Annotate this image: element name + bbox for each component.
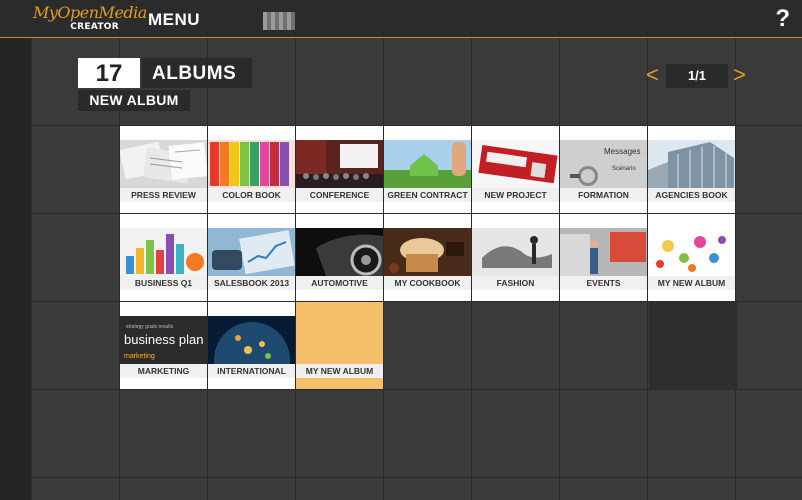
logo-sub-text: CREATOR xyxy=(70,22,119,32)
album-tile[interactable]: INTERNATIONAL xyxy=(208,302,295,389)
svg-text:Messages: Messages xyxy=(604,147,640,156)
album-label: FORMATION xyxy=(560,188,647,202)
album-tile[interactable]: MY COOKBOOK xyxy=(384,214,471,301)
album-tile[interactable]: SALESBOOK 2013 xyxy=(208,214,295,301)
album-label: AUTOMOTIVE xyxy=(296,276,383,290)
svg-text:strategy goals results: strategy goals results xyxy=(126,324,174,330)
album-label: MY NEW ALBUM xyxy=(648,276,735,290)
business-plan-chalkboard-thumbnail: business plan strategy goals results mar… xyxy=(120,316,207,364)
logo-script-text: MyOpenMedia xyxy=(33,3,147,22)
album-label: FASHION xyxy=(472,276,559,290)
album-count: 17 xyxy=(78,58,140,88)
albums-title: ALBUMS xyxy=(142,58,252,88)
blurred-user-name xyxy=(263,12,295,30)
empty-grid-cell xyxy=(649,302,737,390)
album-tile[interactable]: FASHION xyxy=(472,214,559,301)
green-house-hand-thumbnail xyxy=(384,140,471,188)
bar-charts-thumbnail xyxy=(120,228,207,276)
conference-room-thumbnail xyxy=(296,140,383,188)
new-album-button[interactable]: NEW ALBUM xyxy=(78,90,190,111)
help-icon[interactable]: ? xyxy=(775,5,790,33)
next-page-icon[interactable]: > xyxy=(733,64,746,86)
confidential-binder-thumbnail xyxy=(472,140,559,188)
album-tile[interactable]: PRESS REVIEW xyxy=(120,126,207,213)
album-label: BUSINESS Q1 xyxy=(120,276,207,290)
album-tile[interactable]: AUTOMOTIVE xyxy=(296,214,383,301)
album-tile[interactable]: business plan strategy goals results mar… xyxy=(120,302,207,389)
top-bar: MyOpenMedia CREATOR MENU ? xyxy=(0,0,802,38)
app-logo[interactable]: MyOpenMedia CREATOR xyxy=(33,3,147,35)
album-label: SALESBOOK 2013 xyxy=(208,276,295,290)
album-tile[interactable]: Messages Scénario FORMATION xyxy=(560,126,647,213)
svg-text:business plan: business plan xyxy=(124,332,204,347)
album-tile-new[interactable]: MY NEW ALBUM xyxy=(296,302,383,389)
album-label: CONFERENCE xyxy=(296,188,383,202)
album-label: COLOR BOOK xyxy=(208,188,295,202)
left-sidebar xyxy=(0,38,31,500)
dancer-splash-thumbnail xyxy=(472,228,559,276)
album-label: MY COOKBOOK xyxy=(384,276,471,290)
album-label: MARKETING xyxy=(120,364,207,378)
previous-page-icon[interactable]: < xyxy=(646,64,659,86)
lightbulb-messages-thumbnail: Messages Scénario xyxy=(560,140,647,188)
album-tile[interactable]: CONFERENCE xyxy=(296,126,383,213)
album-tile[interactable]: AGENCIES BOOK xyxy=(648,126,735,213)
expo-stand-thumbnail xyxy=(560,228,647,276)
menu-button[interactable]: MENU xyxy=(148,10,200,30)
svg-text:marketing: marketing xyxy=(124,353,155,360)
album-tile[interactable]: BUSINESS Q1 xyxy=(120,214,207,301)
album-label: EVENTS xyxy=(560,276,647,290)
car-wheel-thumbnail xyxy=(296,228,383,276)
svg-text:Scénario: Scénario xyxy=(612,166,636,172)
album-label: NEW PROJECT xyxy=(472,188,559,202)
album-label: AGENCIES BOOK xyxy=(648,188,735,202)
newspapers-thumbnail xyxy=(120,140,207,188)
album-tile[interactable]: COLOR BOOK xyxy=(208,126,295,213)
page-indicator: 1/1 xyxy=(666,64,728,88)
earth-lights-thumbnail xyxy=(208,316,295,364)
album-label: INTERNATIONAL xyxy=(208,364,295,378)
album-tile[interactable]: MY NEW ALBUM xyxy=(648,214,735,301)
tablet-chart-thumbnail xyxy=(208,228,295,276)
album-tile[interactable]: NEW PROJECT xyxy=(472,126,559,213)
cupcake-thumbnail xyxy=(384,228,471,276)
album-label: GREEN CONTRACT xyxy=(384,188,471,202)
album-label: MY NEW ALBUM xyxy=(296,364,383,378)
flower-doodles-thumbnail xyxy=(648,228,735,276)
album-label: PRESS REVIEW xyxy=(120,188,207,202)
album-tile[interactable]: GREEN CONTRACT xyxy=(384,126,471,213)
office-building-thumbnail xyxy=(648,140,735,188)
album-tile[interactable]: EVENTS xyxy=(560,214,647,301)
colored-pencils-thumbnail xyxy=(208,140,295,188)
